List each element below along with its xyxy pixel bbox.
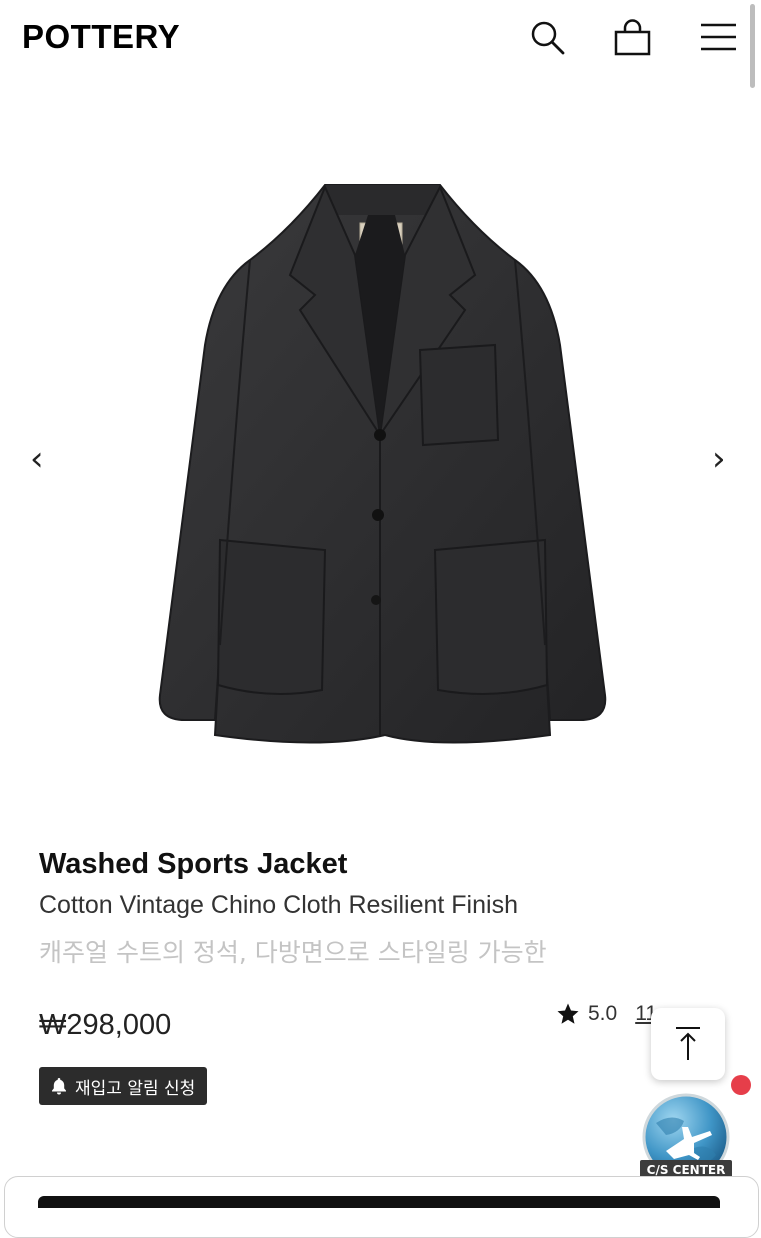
gallery-prev-arrow[interactable]: ‹ bbox=[30, 442, 44, 476]
gallery-next-arrow[interactable]: › bbox=[712, 442, 726, 476]
shopping-bag-icon[interactable] bbox=[613, 18, 653, 58]
search-icon[interactable] bbox=[527, 18, 567, 58]
arrow-up-icon bbox=[676, 1027, 700, 1060]
star-icon bbox=[557, 1003, 579, 1024]
product-rating: 5.0 11 bbox=[556, 1002, 657, 1026]
hamburger-menu-icon[interactable] bbox=[699, 18, 739, 58]
brand-logo[interactable]: POTTERY bbox=[22, 18, 180, 56]
bell-icon bbox=[52, 1078, 66, 1095]
restock-alert-label: 재입고 알림 신청 bbox=[75, 1078, 196, 1099]
restock-alert-button[interactable]: 재입고 알림 신청 bbox=[39, 1067, 208, 1105]
page-scrollbar[interactable] bbox=[750, 4, 755, 88]
notification-dot bbox=[731, 1075, 751, 1095]
buy-button[interactable] bbox=[38, 1196, 720, 1208]
product-description: 캐주얼 수트의 정석, 다방면으로 스타일링 가능한 bbox=[39, 938, 547, 967]
rating-value: 5.0 bbox=[588, 1002, 618, 1025]
product-photo bbox=[158, 184, 607, 744]
product-subtitle: Cotton Vintage Chino Cloth Resilient Fin… bbox=[39, 891, 518, 919]
product-price: ₩298,000 bbox=[39, 1009, 172, 1041]
product-image-gallery: ‹ › bbox=[0, 120, 761, 800]
product-name: Washed Sports Jacket bbox=[39, 848, 348, 880]
scroll-to-top-button[interactable] bbox=[651, 1008, 725, 1080]
header: POTTERY bbox=[0, 0, 761, 80]
